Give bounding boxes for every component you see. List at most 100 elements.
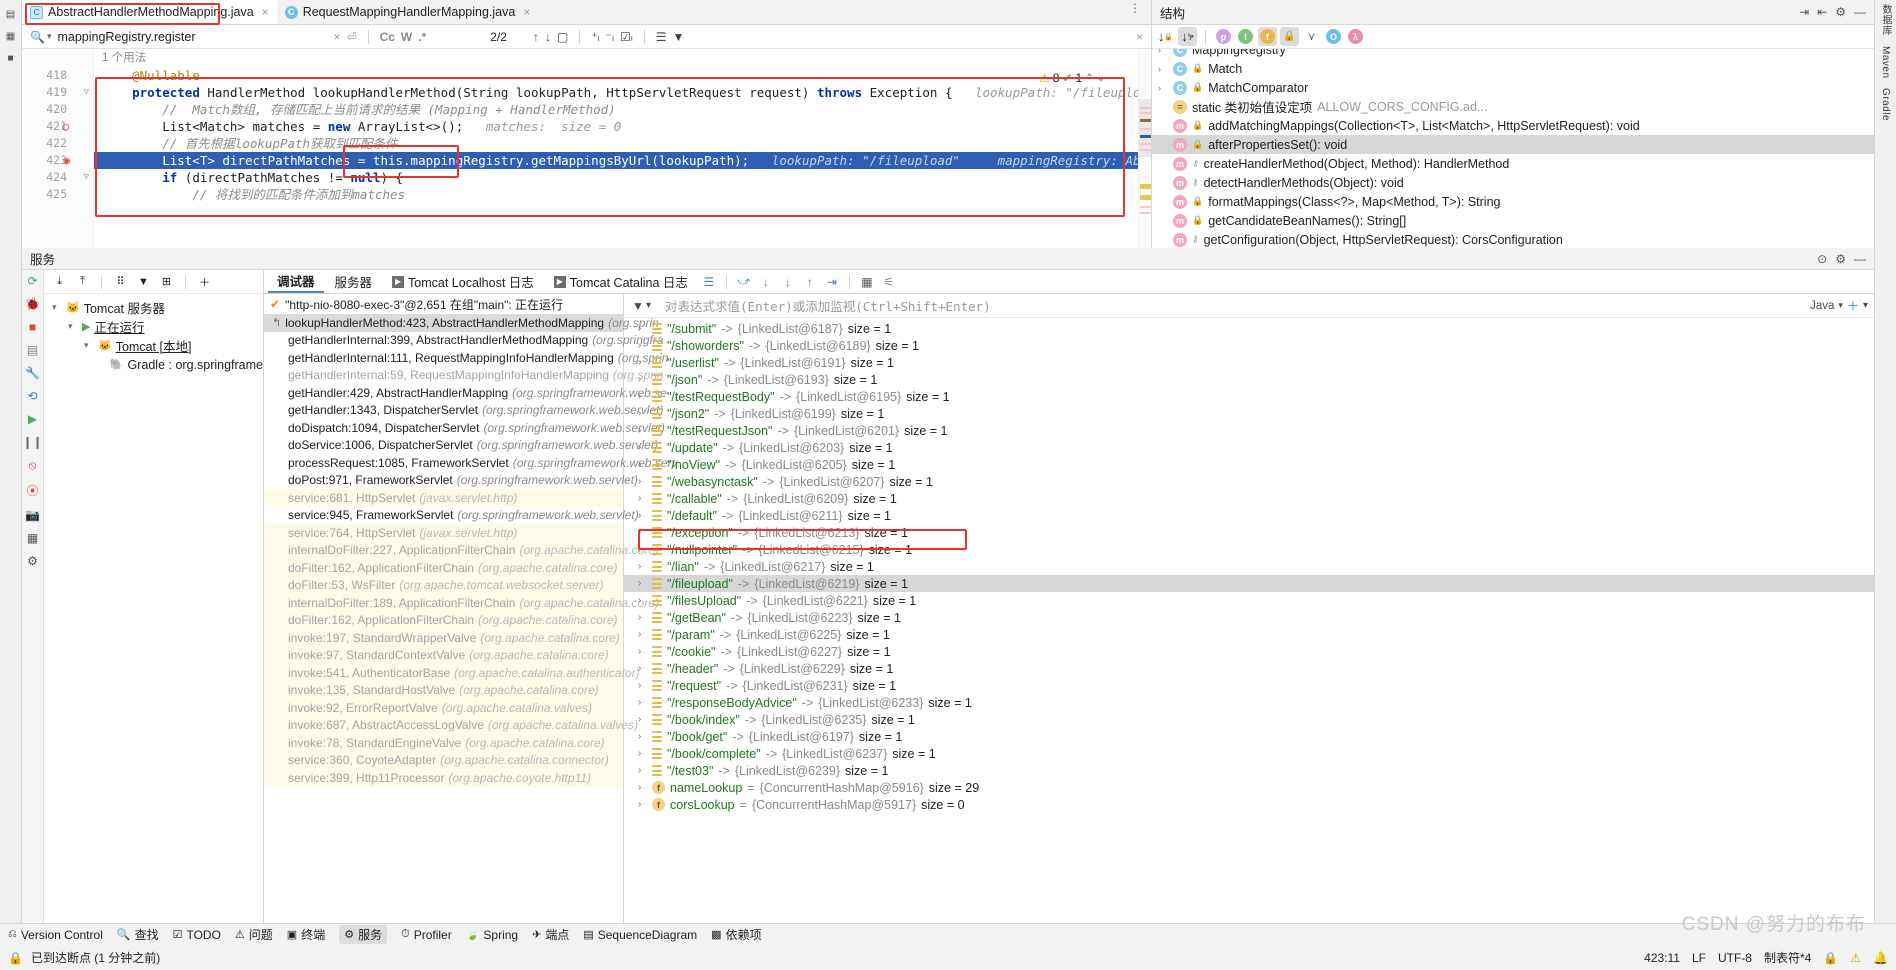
variable-row[interactable]: › "/book/complete" -> {LinkedList@6237} size… <box>624 745 1874 762</box>
chevron-right-icon[interactable]: › <box>638 714 647 725</box>
stack-frame[interactable]: getHandler:429, AbstractHandlerMapping (o… <box>264 384 667 402</box>
step-out-icon[interactable]: ↑ <box>800 272 820 292</box>
sort-alphabetically-icon[interactable]: ↓ ᵃ𝆏 <box>1178 27 1197 46</box>
structure-item[interactable]: m 🔒 addMatchingMappings(Collection<T>, Lis… <box>1152 116 1874 135</box>
variable-row[interactable]: › "/request" -> {LinkedList@6231} size = 1 <box>624 677 1874 694</box>
chevron-down-icon[interactable]: ▾ <box>47 31 52 42</box>
stack-frame[interactable]: invoke:135, StandardHostValve (org.apache… <box>264 681 623 699</box>
run-control-column[interactable]: ⟳ 🐞 ■ ▤ 🔧 ⟲ ▶ ❙❙ ⦸ ⦿ 📷 ▦ ⚙ <box>22 270 44 945</box>
lock-icon[interactable]: 🔒 <box>1823 951 1838 965</box>
group-icon[interactable]: ⠿ <box>111 272 130 291</box>
chevron-right-icon[interactable]: › <box>1158 83 1168 93</box>
expand-icon[interactable]: ⇤ <box>1817 5 1827 19</box>
sort-by-visibility-icon[interactable]: ↓ 🔒 <box>1156 27 1175 46</box>
variable-row[interactable]: › f corsLookup = {ConcurrentHashMap@5917} siz… <box>624 796 1874 813</box>
chevron-right-icon[interactable]: › <box>638 646 647 657</box>
chevron-up-icon[interactable]: ⌃ <box>1085 73 1093 84</box>
encoding[interactable]: UTF-8 <box>1718 951 1752 965</box>
stack-frame[interactable]: invoke:687, AbstractAccessLogValve (org.a… <box>264 716 638 734</box>
remove-filter-icon[interactable]: ⁻ₗ <box>606 30 614 44</box>
stack-frame[interactable]: processRequest:1085, FrameworkServlet (or… <box>264 454 677 472</box>
rail-label-gradle[interactable]: Gradle <box>1880 88 1891 121</box>
rail-label-maven[interactable]: Maven <box>1880 46 1891 79</box>
variable-row[interactable]: › "/param" -> {LinkedList@6225} size = 1 <box>624 626 1874 643</box>
debugger-tabs[interactable]: 调试器 服务器 ▶ Tomcat Localhost 日志 ▶ Tomcat C… <box>264 270 1874 294</box>
chevron-right-icon[interactable]: › <box>638 799 647 810</box>
stack-frame[interactable]: service:764, HttpServlet (javax.servlet.h… <box>264 524 623 542</box>
code-line[interactable]: protected HandlerMethod lookupHandlerMet… <box>94 84 1151 101</box>
chevron-right-icon[interactable]: › <box>638 374 647 385</box>
chevron-down-icon[interactable]: ▾ <box>1863 300 1868 311</box>
code-area[interactable]: 1 个用法 @Nullable protected HandlerMethod … <box>94 49 1151 248</box>
tab-tomcat-localhost-log[interactable]: ▶ Tomcat Localhost 日志 <box>383 270 543 293</box>
stack-frame[interactable]: service:945, FrameworkServlet (org.spring… <box>264 507 639 525</box>
step-over-icon[interactable]: ⤻ <box>734 272 754 292</box>
stack-frame[interactable]: doFilter:53, WsFilter (org.apache.tomcat.… <box>264 576 623 594</box>
stack-frame[interactable]: service:681, HttpServlet (javax.servlet.h… <box>264 489 623 507</box>
chevron-right-icon[interactable]: › <box>638 323 647 334</box>
stop-icon[interactable]: ■ <box>29 320 36 334</box>
chevron-right-icon[interactable]: › <box>638 544 647 555</box>
status-bar-item-端点[interactable]: ✈ 端点 <box>532 926 569 943</box>
tab-tomcat-catalina-log[interactable]: ▶ Tomcat Catalina 日志 <box>545 270 697 293</box>
services-tree-panel[interactable]: ⤓ ⤒ ⠿ ▼ ⊞ ＋ ▾ 🐱 Tomcat 服务器 ▾ ▶ 正在运行 ▾ 🐱 Tomcat [… <box>44 270 264 945</box>
code-line[interactable]: @Nullable <box>94 67 1151 84</box>
status-bar-item-Version Control[interactable]: ⎌ Version Control <box>8 928 103 942</box>
variable-row[interactable]: › f nameLookup = {ConcurrentHashMap@5916} siz… <box>624 779 1874 796</box>
watch-input[interactable]: 对表达式求值(Enter)或添加监视(Ctrl+Shift+Enter) <box>655 296 1810 315</box>
add-icon[interactable]: ＋ <box>195 272 214 291</box>
status-bar-item-终端[interactable]: ▣ 终端 <box>287 926 325 943</box>
commit-icon[interactable]: ■ <box>2 48 20 68</box>
add-filter-icon[interactable]: ⁺ₗ <box>591 30 599 44</box>
whole-words-toggle[interactable]: W <box>401 30 412 44</box>
structure-toolbar[interactable]: ↓ 🔒 ↓ ᵃ𝆏 p I f 🔒 ⋎ O λ <box>1152 25 1874 49</box>
pause-icon[interactable]: ❙❙ <box>22 435 42 449</box>
caret-position[interactable]: 423:11 <box>1644 951 1680 965</box>
stack-frame[interactable]: internalDoFilter:227, ApplicationFilterC… <box>264 541 659 559</box>
chevron-right-icon[interactable]: › <box>638 595 647 606</box>
structure-item[interactable]: › C MappingRegistry <box>1152 49 1874 59</box>
services-tree-toolbar[interactable]: ⤓ ⤒ ⠿ ▼ ⊞ ＋ <box>44 270 263 294</box>
variable-row[interactable]: › "/test03" -> {LinkedList@6239} size = 1 <box>624 762 1874 779</box>
chevron-right-icon[interactable]: › <box>638 340 647 351</box>
status-bar-item-服务[interactable]: ⚙ 服务 <box>339 925 388 944</box>
expand-all-icon[interactable]: ⤓ <box>50 272 69 291</box>
status-bar-item-SequenceDiagram[interactable]: ▤ SequenceDiagram <box>583 928 697 942</box>
chevron-right-icon[interactable]: › <box>1158 64 1168 74</box>
code-line[interactable]: List<Match> matches = new ArrayList<>();… <box>94 118 1151 135</box>
chevron-right-icon[interactable]: › <box>638 748 647 759</box>
wrench-icon[interactable]: 🔧 <box>25 366 40 380</box>
variable-row[interactable]: › "/showorders" -> {LinkedList@6189} size = … <box>624 337 1874 354</box>
structure-item[interactable]: › C 🔒 MatchComparator <box>1152 78 1874 97</box>
settings-icon[interactable]: ⚟ <box>879 272 899 292</box>
services-tree-node[interactable]: ▾ ▶ 正在运行 <box>44 317 263 336</box>
chevron-right-icon[interactable]: › <box>638 408 647 419</box>
variable-row[interactable]: › "/userlist" -> {LinkedList@6191} size = 1 <box>624 354 1874 371</box>
rerun-icon[interactable]: ⟳ <box>27 274 37 288</box>
tab-server[interactable]: 服务器 <box>326 270 382 293</box>
right-tool-rail[interactable]: 数据库 Maven Gradle <box>1874 0 1896 945</box>
structure-item[interactable]: m ⚷ getConfiguration(Object, HttpServletRe… <box>1152 230 1874 248</box>
show-fields-icon[interactable]: f <box>1258 27 1277 46</box>
code-line[interactable]: List<T> directPathMatches = this.mapping… <box>94 152 1151 169</box>
mute-breakpoints-icon[interactable]: ⦸ <box>29 458 37 473</box>
chevron-right-icon[interactable]: › <box>638 731 647 742</box>
footer-bar[interactable]: 🔒 已到达断点 (1 分钟之前) 423:11 LF UTF-8 制表符*4 🔒… <box>0 945 1896 970</box>
debug-icon[interactable]: 🐞 <box>25 297 40 311</box>
services-tree-node[interactable]: ▾ 🐱 Tomcat [本地] <box>44 336 263 355</box>
frames-panel[interactable]: ✔ "http-nio-8080-exec-3"@2,651 在组"main":… <box>264 294 677 945</box>
editor-tab-requestmappinghandlermapping[interactable]: C RequestMappingHandlerMapping.java × <box>277 0 539 24</box>
stack-frame[interactable]: doDispatch:1094, DispatcherServlet (org.s… <box>264 419 665 437</box>
stack-frame[interactable]: getHandlerInternal:111, RequestMappingIn… <box>264 349 668 367</box>
stack-frame[interactable]: doPost:971, FrameworkServlet (org.springf… <box>264 472 638 490</box>
structure-item[interactable]: m ⚷ createHandlerMethod(Object, Method): H… <box>1152 154 1874 173</box>
show-anonymous-icon[interactable]: O <box>1324 27 1343 46</box>
toggle-filter-icon[interactable]: ☑ₗ <box>620 30 633 44</box>
frame-list[interactable]: ↰ lookupHandlerMethod:423, AbstractHandle… <box>264 314 677 787</box>
show-non-public-icon[interactable]: 🔒 <box>1280 27 1299 46</box>
chevron-right-icon[interactable]: › <box>638 612 647 623</box>
close-icon[interactable]: × <box>523 5 530 19</box>
status-bar-item-问题[interactable]: ⚠ 问题 <box>235 926 273 943</box>
step-into-icon[interactable]: ↓ <box>756 272 776 292</box>
services-tree[interactable]: ▾ 🐱 Tomcat 服务器 ▾ ▶ 正在运行 ▾ 🐱 Tomcat [本地] 🐘 Gradle :… <box>44 294 263 374</box>
